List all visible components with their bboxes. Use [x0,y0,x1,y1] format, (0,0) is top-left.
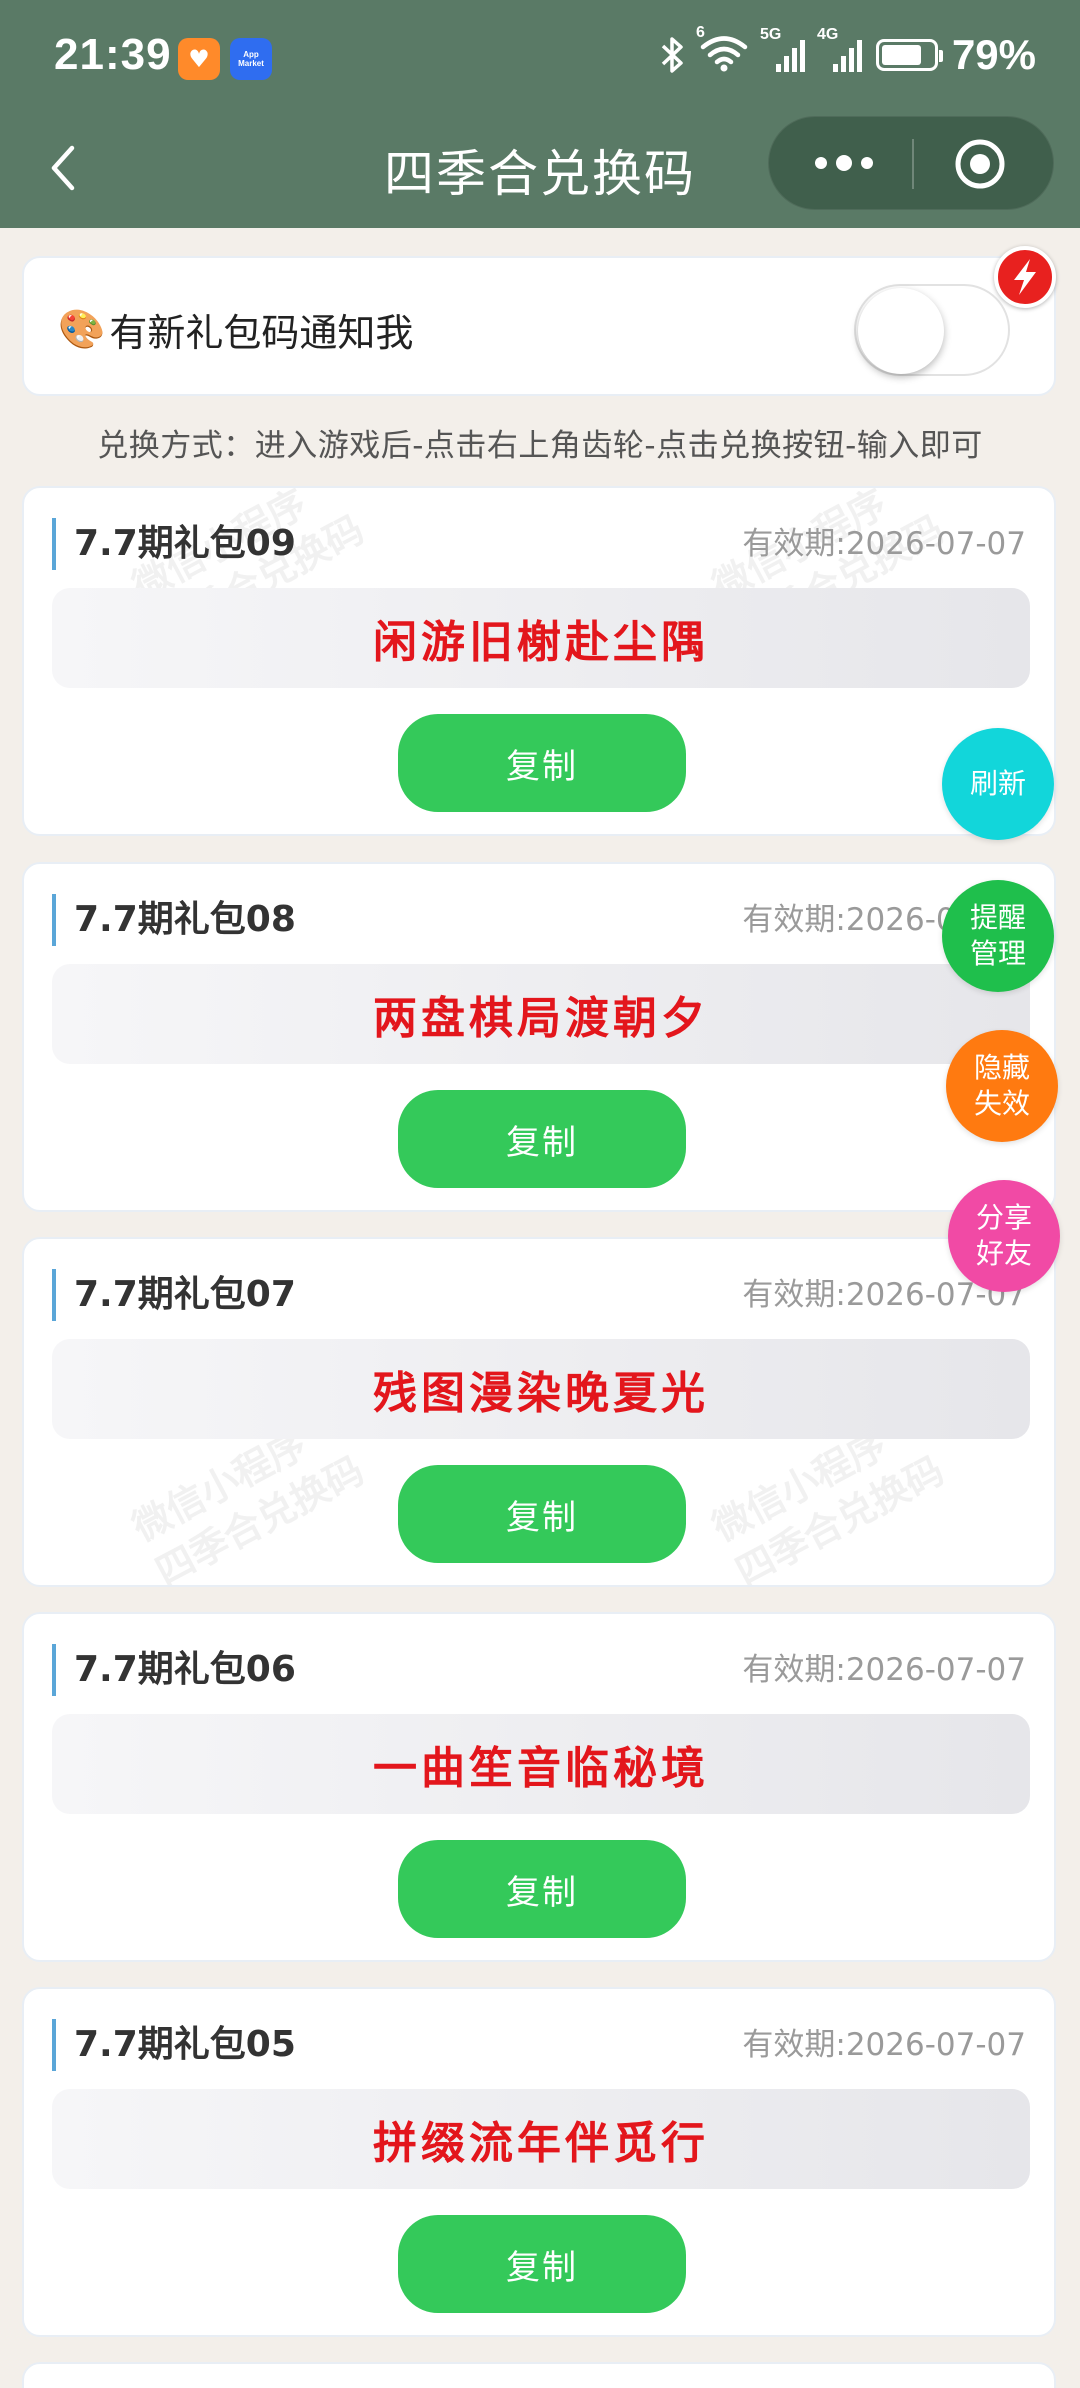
bluetooth-icon [661,37,683,73]
notify-label: 有新礼包码通知我 [109,311,414,355]
status-time: 21:39 [54,30,172,79]
gift-card: 微信小程序 四季合兑换码 微信小程序 四季合兑换码 7.7期礼包07 有效期:202… [22,1237,1056,1587]
flash-icon[interactable] [994,246,1056,308]
copy-button[interactable]: 复制 [398,2215,686,2313]
gift-title: 7.7期礼包09 [52,518,296,570]
notify-label-row: 🎨 有新礼包码通知我 [58,302,413,357]
wifi-indicator: 6 [696,24,748,76]
health-app-icon: ♥ [178,38,220,80]
remind-manage-button[interactable]: 提醒 管理 [942,880,1054,992]
gift-card: 7.7期礼包05 有效期:2026-07-07 拼缀流年伴觅行 复制 [22,1987,1056,2337]
more-icon[interactable] [809,145,879,181]
battery-fill [881,45,922,65]
gift-title: 7.7期礼包05 [52,2019,296,2071]
copy-button[interactable]: 复制 [398,1090,686,1188]
remind-label-line1: 提醒 [969,901,1026,934]
copy-button[interactable]: 复制 [398,1465,686,1563]
signal-5g-icon: 5G [760,26,805,72]
header: 21:39 ♥ App Market 6 5G 4G 79% 四季合兑换码 [0,0,1080,228]
notify-toggle[interactable] [854,284,1010,376]
gift-card: 7.7期礼包08 有效期:2026-07-07 两盘棋局渡朝夕 复制 [22,862,1056,1212]
copy-button[interactable]: 复制 [398,714,686,812]
gift-code: 两盘棋局渡朝夕 [52,964,1030,1064]
notify-card: 🎨 有新礼包码通知我 [22,256,1056,396]
signal-5g-label: 5G [759,26,782,43]
capsule-divider [912,139,914,189]
hide-label-line1: 隐藏 [973,1051,1030,1084]
close-mini-program-icon[interactable] [953,137,1007,191]
remind-label-line2: 管理 [969,937,1026,970]
gift-code: 拼缀流年伴觅行 [52,2089,1030,2189]
toggle-knob [858,288,944,374]
gift-title: 7.7期礼包08 [52,894,296,946]
gift-expiry: 有效期:2026-07-07 [742,1652,1026,1688]
app-market-icon: App Market [230,38,272,80]
gift-card: 7.7期礼包06 有效期:2026-07-07 一曲笙音临秘境 复制 [22,1612,1056,1962]
palette-icon: 🎨 [58,307,106,351]
gift-expiry: 有效期:2026-07-07 [742,526,1026,562]
gift-card: 微信小程序 四季合兑换码 微信小程序 四季合兑换码 7.7期礼包09 有效期:202… [22,486,1056,836]
refresh-label: 刷新 [969,767,1026,800]
lightning-icon [1014,259,1036,295]
gift-title: 7.7期礼包07 [52,1269,296,1321]
hide-label-line2: 失效 [973,1087,1030,1120]
copy-button[interactable]: 复制 [398,1840,686,1938]
share-label-line1: 分享 [975,1201,1032,1234]
refresh-button[interactable]: 刷新 [942,728,1054,840]
gift-code: 闲游旧榭赴尘隅 [52,588,1030,688]
status-indicators: 6 5G 4G 79% [660,24,1036,80]
gift-title: 7.7期礼包06 [52,1644,296,1696]
gift-card-partial [22,2362,1056,2388]
redeem-instructions: 兑换方式：进入游戏后-点击右上角齿轮-点击兑换按钮-输入即可 [97,428,983,464]
gift-code: 一曲笙音临秘境 [52,1714,1030,1814]
share-friends-button[interactable]: 分享 好友 [948,1180,1060,1292]
gift-code: 残图漫染晚夏光 [52,1339,1030,1439]
gift-expiry: 有效期:2026-07-07 [742,2027,1026,2063]
signal-4g-label: 4G [816,26,839,43]
battery-percent: 79% [951,31,1036,78]
hide-expired-button[interactable]: 隐藏 失效 [946,1030,1058,1142]
nav-bar: 四季合兑换码 [0,112,1080,228]
mini-program-capsule [768,116,1054,210]
share-label-line2: 好友 [975,1237,1032,1270]
signal-4g-icon: 4G [817,26,862,72]
status-bar: 21:39 ♥ App Market 6 5G 4G 79% [0,0,1080,120]
wifi-icon [700,36,748,72]
wifi-badge: 6 [695,24,705,41]
battery-icon [875,39,943,71]
